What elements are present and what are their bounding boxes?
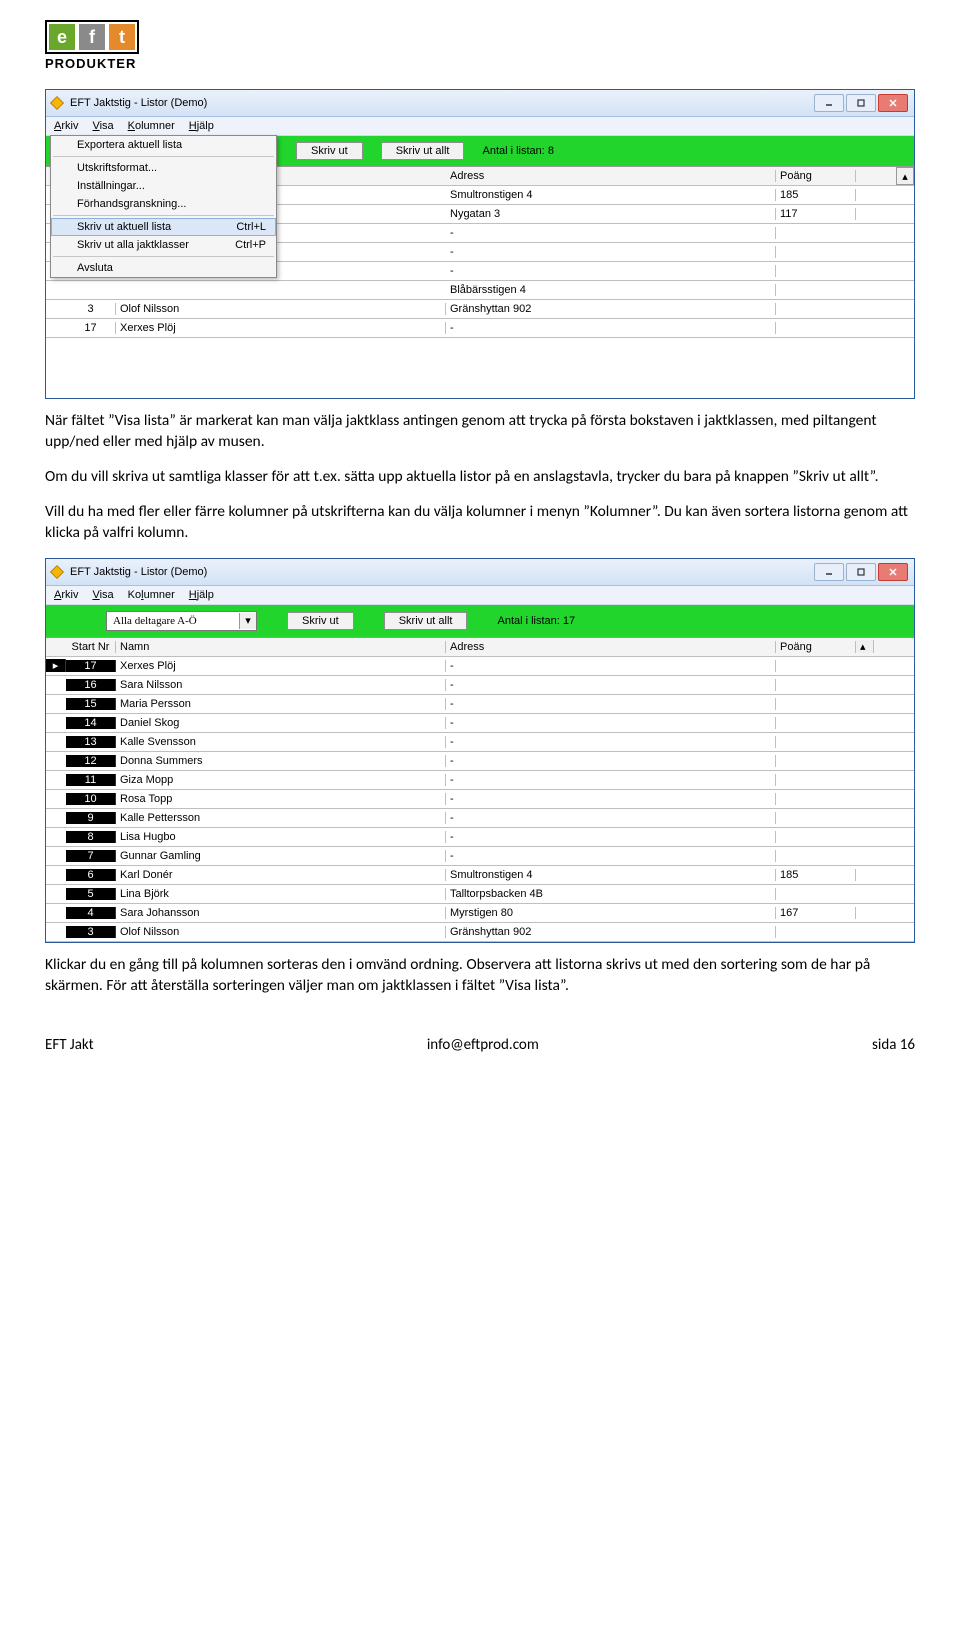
titlebar: EFT Jaktstig - Listor (Demo) <box>46 559 914 586</box>
minimize-button[interactable] <box>814 94 844 112</box>
list-count-label: Antal i listan: 17 <box>497 615 575 627</box>
arkiv-dropdown: Exportera aktuell lista Utskriftsformat..… <box>50 135 277 278</box>
menu-item[interactable]: Förhandsgranskning... <box>51 195 276 213</box>
col-poang[interactable]: Poäng <box>776 641 856 653</box>
app-window-1: EFT Jaktstig - Listor (Demo) Arkiv Visa … <box>45 89 915 399</box>
menu-item[interactable]: Exportera aktuell lista <box>51 136 276 154</box>
table-row[interactable]: 5Lina BjörkTalltorpsbacken 4B <box>46 885 914 904</box>
menu-visa[interactable]: Visa <box>92 120 113 132</box>
logo-text: PRODUKTER <box>45 56 136 71</box>
menu-kolumner[interactable]: Kolumner <box>128 120 175 132</box>
toolbar: ▾ Skriv ut Skriv ut allt Antal i listan:… <box>46 605 914 637</box>
table-row[interactable]: 13Kalle Svensson- <box>46 733 914 752</box>
col-adress[interactable]: Adress <box>446 170 776 182</box>
footer-mid: info@eftprod.com <box>427 1036 539 1054</box>
paragraph-1: När fältet ”Visa lista” är markerat kan … <box>45 411 915 453</box>
menu-item[interactable]: Avsluta <box>51 259 276 277</box>
menubar: Arkiv Visa Kolumner Hjälp <box>46 117 914 136</box>
menu-arkiv[interactable]: Arkiv <box>54 589 78 601</box>
table-row[interactable]: 9Kalle Pettersson- <box>46 809 914 828</box>
table-row[interactable]: 4Sara JohanssonMyrstigen 80167 <box>46 904 914 923</box>
table-row[interactable]: 11Giza Mopp- <box>46 771 914 790</box>
logo-letter-e: e <box>49 24 75 50</box>
grid-blank-area <box>46 338 914 398</box>
table-row[interactable]: 8Lisa Hugbo- <box>46 828 914 847</box>
footer-right: sida 16 <box>872 1036 915 1054</box>
titlebar: EFT Jaktstig - Listor (Demo) <box>46 90 914 117</box>
close-button[interactable] <box>878 563 908 581</box>
menu-item[interactable]: Inställningar... <box>51 177 276 195</box>
app-icon <box>50 96 64 110</box>
table-row[interactable]: 12Donna Summers- <box>46 752 914 771</box>
data-grid-2: Start NrNamnAdressPoäng▴▸17Xerxes Plöj-1… <box>46 637 914 942</box>
maximize-button[interactable] <box>846 563 876 581</box>
col-poang[interactable]: Poäng <box>776 170 856 182</box>
print-all-button[interactable]: Skriv ut allt <box>384 612 468 630</box>
print-button[interactable]: Skriv ut <box>287 612 354 630</box>
print-all-button[interactable]: Skriv ut allt <box>381 142 465 160</box>
maximize-button[interactable] <box>846 94 876 112</box>
menu-kolumner[interactable]: Kolumner <box>128 589 175 601</box>
window-title: EFT Jaktstig - Listor (Demo) <box>70 566 207 578</box>
table-row[interactable]: 3Olof NilssonGränshyttan 902 <box>46 300 914 319</box>
paragraph-4: Klickar du en gång till på kolumnen sort… <box>45 955 915 997</box>
close-button[interactable] <box>878 94 908 112</box>
col-startnr[interactable]: Start Nr <box>66 641 116 653</box>
col-namn[interactable]: Namn <box>116 641 446 653</box>
logo-letter-t: t <box>109 24 135 50</box>
list-select-input[interactable] <box>107 613 239 629</box>
table-row[interactable]: Blåbärsstigen 4 <box>46 281 914 300</box>
table-row[interactable]: 7Gunnar Gamling- <box>46 847 914 866</box>
eft-logo: e f t PRODUKTER <box>45 20 915 71</box>
list-count-label: Antal i listan: 8 <box>482 145 554 157</box>
table-row[interactable]: 14Daniel Skog- <box>46 714 914 733</box>
menubar: Arkiv Visa Kolumner Hjälp <box>46 586 914 605</box>
table-row[interactable]: 16Sara Nilsson- <box>46 676 914 695</box>
menu-arkiv[interactable]: Arkiv <box>54 120 78 132</box>
menu-item[interactable]: Skriv ut alla jaktklasserCtrl+P <box>51 236 276 254</box>
minimize-button[interactable] <box>814 563 844 581</box>
table-row[interactable]: 6Karl DonérSmultronstigen 4185 <box>46 866 914 885</box>
table-row[interactable]: ▸17Xerxes Plöj- <box>46 657 914 676</box>
logo-boxes: e f t <box>45 20 139 54</box>
paragraph-3: Vill du ha med fler eller färre kolumner… <box>45 502 915 544</box>
menu-hjalp[interactable]: Hjälp <box>189 120 214 132</box>
app-icon <box>50 565 64 579</box>
logo-letter-f: f <box>79 24 105 50</box>
print-button[interactable]: Skriv ut <box>296 142 363 160</box>
list-select[interactable]: ▾ <box>106 611 257 631</box>
menu-item[interactable]: Skriv ut aktuell listaCtrl+L <box>51 218 276 236</box>
table-row[interactable]: 3Olof NilssonGränshyttan 902 <box>46 923 914 942</box>
menu-item[interactable]: Utskriftsformat... <box>51 159 276 177</box>
menu-hjalp[interactable]: Hjälp <box>189 589 214 601</box>
table-row[interactable]: 15Maria Persson- <box>46 695 914 714</box>
paragraph-2: Om du vill skriva ut samtliga klasser fö… <box>45 467 915 488</box>
footer-left: EFT Jakt <box>45 1036 94 1054</box>
scroll-up-icon[interactable]: ▴ <box>896 167 914 185</box>
menu-visa[interactable]: Visa <box>92 589 113 601</box>
chevron-down-icon[interactable]: ▾ <box>239 613 256 629</box>
page-footer: EFT Jakt info@eftprod.com sida 16 <box>45 1036 915 1054</box>
table-row[interactable]: 10Rosa Topp- <box>46 790 914 809</box>
window-title: EFT Jaktstig - Listor (Demo) <box>70 97 207 109</box>
col-adress[interactable]: Adress <box>446 641 776 653</box>
scroll-up-icon[interactable]: ▴ <box>856 640 874 653</box>
app-window-2: EFT Jaktstig - Listor (Demo) Arkiv Visa … <box>45 558 915 943</box>
table-row[interactable]: 17Xerxes Plöj- <box>46 319 914 338</box>
